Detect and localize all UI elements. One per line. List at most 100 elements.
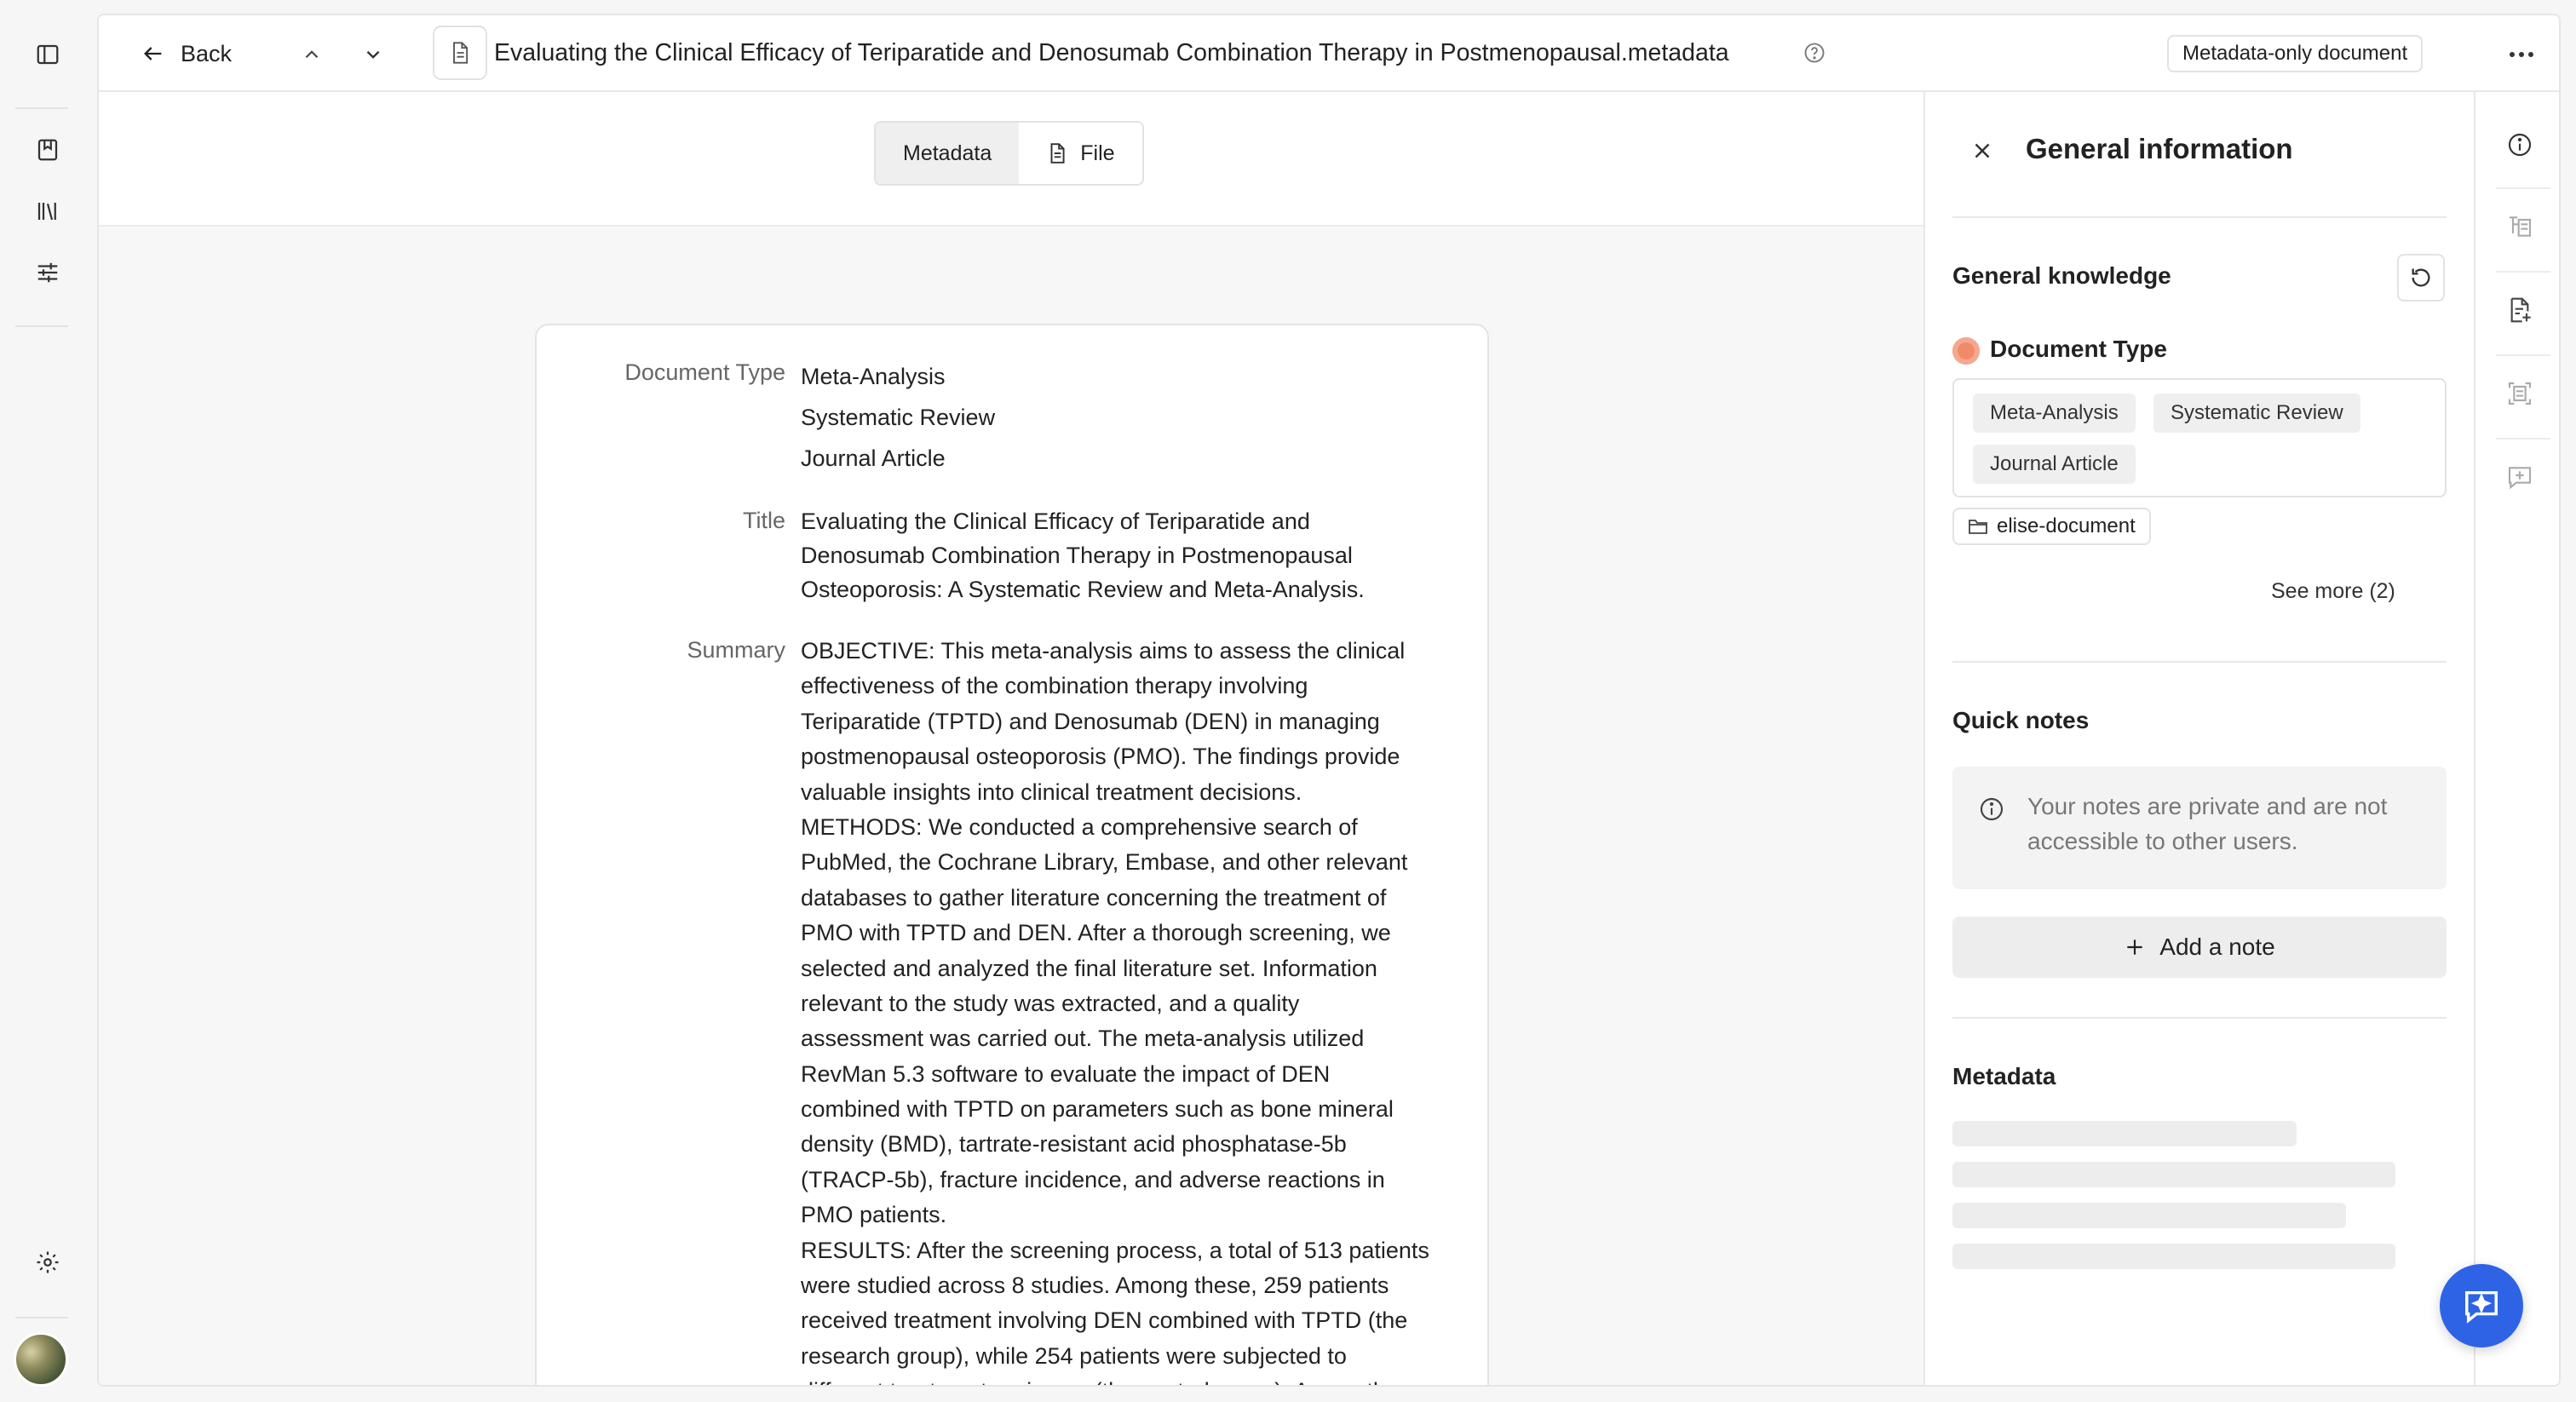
summary-line: PubMed, the Cochrane Library, Embase, an…: [801, 849, 1408, 876]
title-line: Denosumab Combination Therapy in Postmen…: [801, 543, 1353, 568]
document-type-label: Document Type: [624, 359, 785, 385]
summary-line: different treatment regimens (the contro…: [801, 1374, 1465, 1385]
summary-line: research group), while 254 patients were…: [801, 1342, 1347, 1369]
file-icon: [1050, 143, 1065, 164]
user-avatar[interactable]: [14, 1332, 68, 1387]
plus-icon: [2127, 939, 2142, 955]
rail-divider: [2496, 438, 2550, 440]
back-label: Back: [181, 40, 233, 66]
tab-metadata-label: Metadata: [903, 141, 992, 165]
summary-line: assessment was carried out. The meta-ana…: [801, 1026, 1365, 1052]
summary-line: received treatment involving DEN combine…: [801, 1307, 1408, 1334]
top-bar: Back Evaluating the Clinical Efficacy of…: [99, 15, 2559, 92]
refresh-icon: [2412, 268, 2430, 287]
chevron-down-icon: [366, 50, 380, 59]
summary-line: valuable insights into clinical treatmen…: [801, 779, 1302, 805]
document-title: Evaluating the Clinical Efficacy of Teri…: [494, 39, 1729, 66]
panel-divider: [1952, 1017, 2447, 1019]
panel-title: General information: [2026, 133, 2293, 164]
document-tree-icon[interactable]: [2499, 206, 2540, 247]
summary-line: METHODS: We conducted a comprehensive se…: [801, 813, 1358, 840]
general-information-panel: General information General knowledge Do…: [1925, 92, 2474, 1385]
folder-chip[interactable]: elise-document: [1952, 508, 2151, 545]
rail-divider: [15, 107, 68, 109]
summary-line: postmenopausal osteoporosis (PMO). The f…: [801, 744, 1400, 770]
help-circle-icon[interactable]: [1803, 41, 1826, 65]
summary-line: selected and analyzed the final literatu…: [801, 955, 1377, 981]
title-value: Evaluating the Clinical Efficacy of Teri…: [801, 504, 1465, 606]
summary-line: PMO with TPTD and DEN. After a thorough …: [801, 920, 1391, 946]
summary-line: OBJECTIVE: This meta-analysis aims to as…: [801, 638, 1406, 664]
document-type-value: Systematic Review: [801, 405, 996, 430]
back-button[interactable]: Back: [141, 34, 232, 73]
rail-divider: [2496, 271, 2550, 273]
previous-document-button[interactable]: [293, 36, 331, 73]
tab-file[interactable]: File: [1019, 123, 1141, 184]
left-rail: [0, 0, 95, 1402]
ai-chat-button[interactable]: [2440, 1264, 2523, 1347]
summary-line: databases to gather literature concernin…: [801, 884, 1387, 911]
bookmark-book-icon[interactable]: [20, 123, 75, 177]
add-note-button[interactable]: Add a note: [1952, 916, 2447, 978]
library-icon[interactable]: [20, 184, 75, 238]
document-content: Metadata File Document Type Meta-Analysi…: [99, 92, 1925, 1385]
title-line: Evaluating the Clinical Efficacy of Teri…: [801, 509, 1310, 534]
summary-line: effectiveness of the combination therapy…: [801, 673, 1308, 699]
right-icon-rail: [2474, 92, 2559, 1385]
document-type-value: Journal Article: [801, 445, 946, 471]
summary-line: were studied across 8 studies. Among the…: [801, 1273, 1389, 1299]
summary-line: RESULTS: After the screening process, a …: [801, 1237, 1429, 1263]
document-type-value: Meta-Analysis: [801, 364, 946, 389]
arrow-left-icon: [144, 47, 162, 60]
info-panel-icon[interactable]: [2499, 124, 2540, 165]
document-type-chips[interactable]: Meta-Analysis Systematic Review Journal …: [1952, 378, 2447, 497]
folder-icon: [1969, 520, 1987, 534]
tab-metadata[interactable]: Metadata: [876, 123, 1020, 184]
scan-document-icon[interactable]: [2499, 373, 2540, 414]
info-icon: [1978, 796, 2005, 823]
summary-line: (TRACP-5b), fracture incidence, and adve…: [801, 1166, 1385, 1192]
notes-privacy-text: Your notes are private and are not acces…: [2027, 793, 2388, 854]
title-line: Osteoporosis: A Systematic Review and Me…: [801, 577, 1365, 602]
loading-skeleton: [1952, 1244, 2395, 1269]
settings-gear-icon[interactable]: [20, 1235, 75, 1290]
view-tabs: Metadata File: [874, 121, 1144, 186]
document-icon: [433, 26, 487, 80]
close-icon[interactable]: [1969, 138, 1995, 164]
quick-notes-heading: Quick notes: [1952, 707, 2090, 733]
add-note-label: Add a note: [2159, 934, 2275, 960]
chip-systematic-review[interactable]: Systematic Review: [2153, 394, 2360, 433]
filters-icon[interactable]: [20, 245, 75, 300]
rail-divider: [15, 1317, 68, 1319]
rail-divider: [2496, 354, 2550, 356]
document-type-heading: Document Type: [1990, 336, 2167, 362]
document-window: Back Evaluating the Clinical Efficacy of…: [97, 14, 2561, 1387]
refresh-button[interactable]: [2397, 254, 2445, 302]
panel-divider: [1952, 661, 2447, 663]
panel-divider: [1952, 216, 2447, 218]
metadata-card: Document Type Meta-Analysis Systematic R…: [535, 324, 1489, 1385]
chip-journal-article[interactable]: Journal Article: [1973, 445, 2136, 484]
next-document-button[interactable]: [354, 36, 392, 73]
summary-line: relevant to the study was extracted, and…: [801, 990, 1300, 1016]
metadata-heading: Metadata: [1952, 1063, 2056, 1089]
summary-line: RevMan 5.3 software to evaluate the impa…: [801, 1060, 1331, 1087]
summary-label: Summary: [687, 637, 785, 663]
toggle-sidebar-icon[interactable]: [20, 27, 75, 82]
more-options-icon[interactable]: [2501, 36, 2542, 73]
rail-divider: [15, 325, 68, 327]
rail-divider: [2496, 187, 2550, 189]
document-type-values: Meta-Analysis Systematic Review Journal …: [801, 356, 1465, 479]
chip-meta-analysis[interactable]: Meta-Analysis: [1973, 394, 2136, 433]
general-knowledge-heading: General knowledge: [1952, 262, 2171, 289]
see-more-link[interactable]: See more (2): [2271, 579, 2395, 604]
folder-chip-label: elise-document: [1997, 514, 2136, 537]
loading-skeleton: [1952, 1121, 2297, 1146]
summary-line: PMO patients.: [801, 1202, 947, 1228]
tab-file-label: File: [1080, 141, 1115, 165]
summary-line: combined with TPTD on parameters such as…: [801, 1096, 1394, 1123]
add-document-icon[interactable]: [2499, 290, 2540, 330]
summary-value: OBJECTIVE: This meta-analysis aims to as…: [801, 634, 1465, 1385]
loading-skeleton: [1952, 1162, 2395, 1187]
comment-add-icon[interactable]: [2499, 457, 2540, 497]
